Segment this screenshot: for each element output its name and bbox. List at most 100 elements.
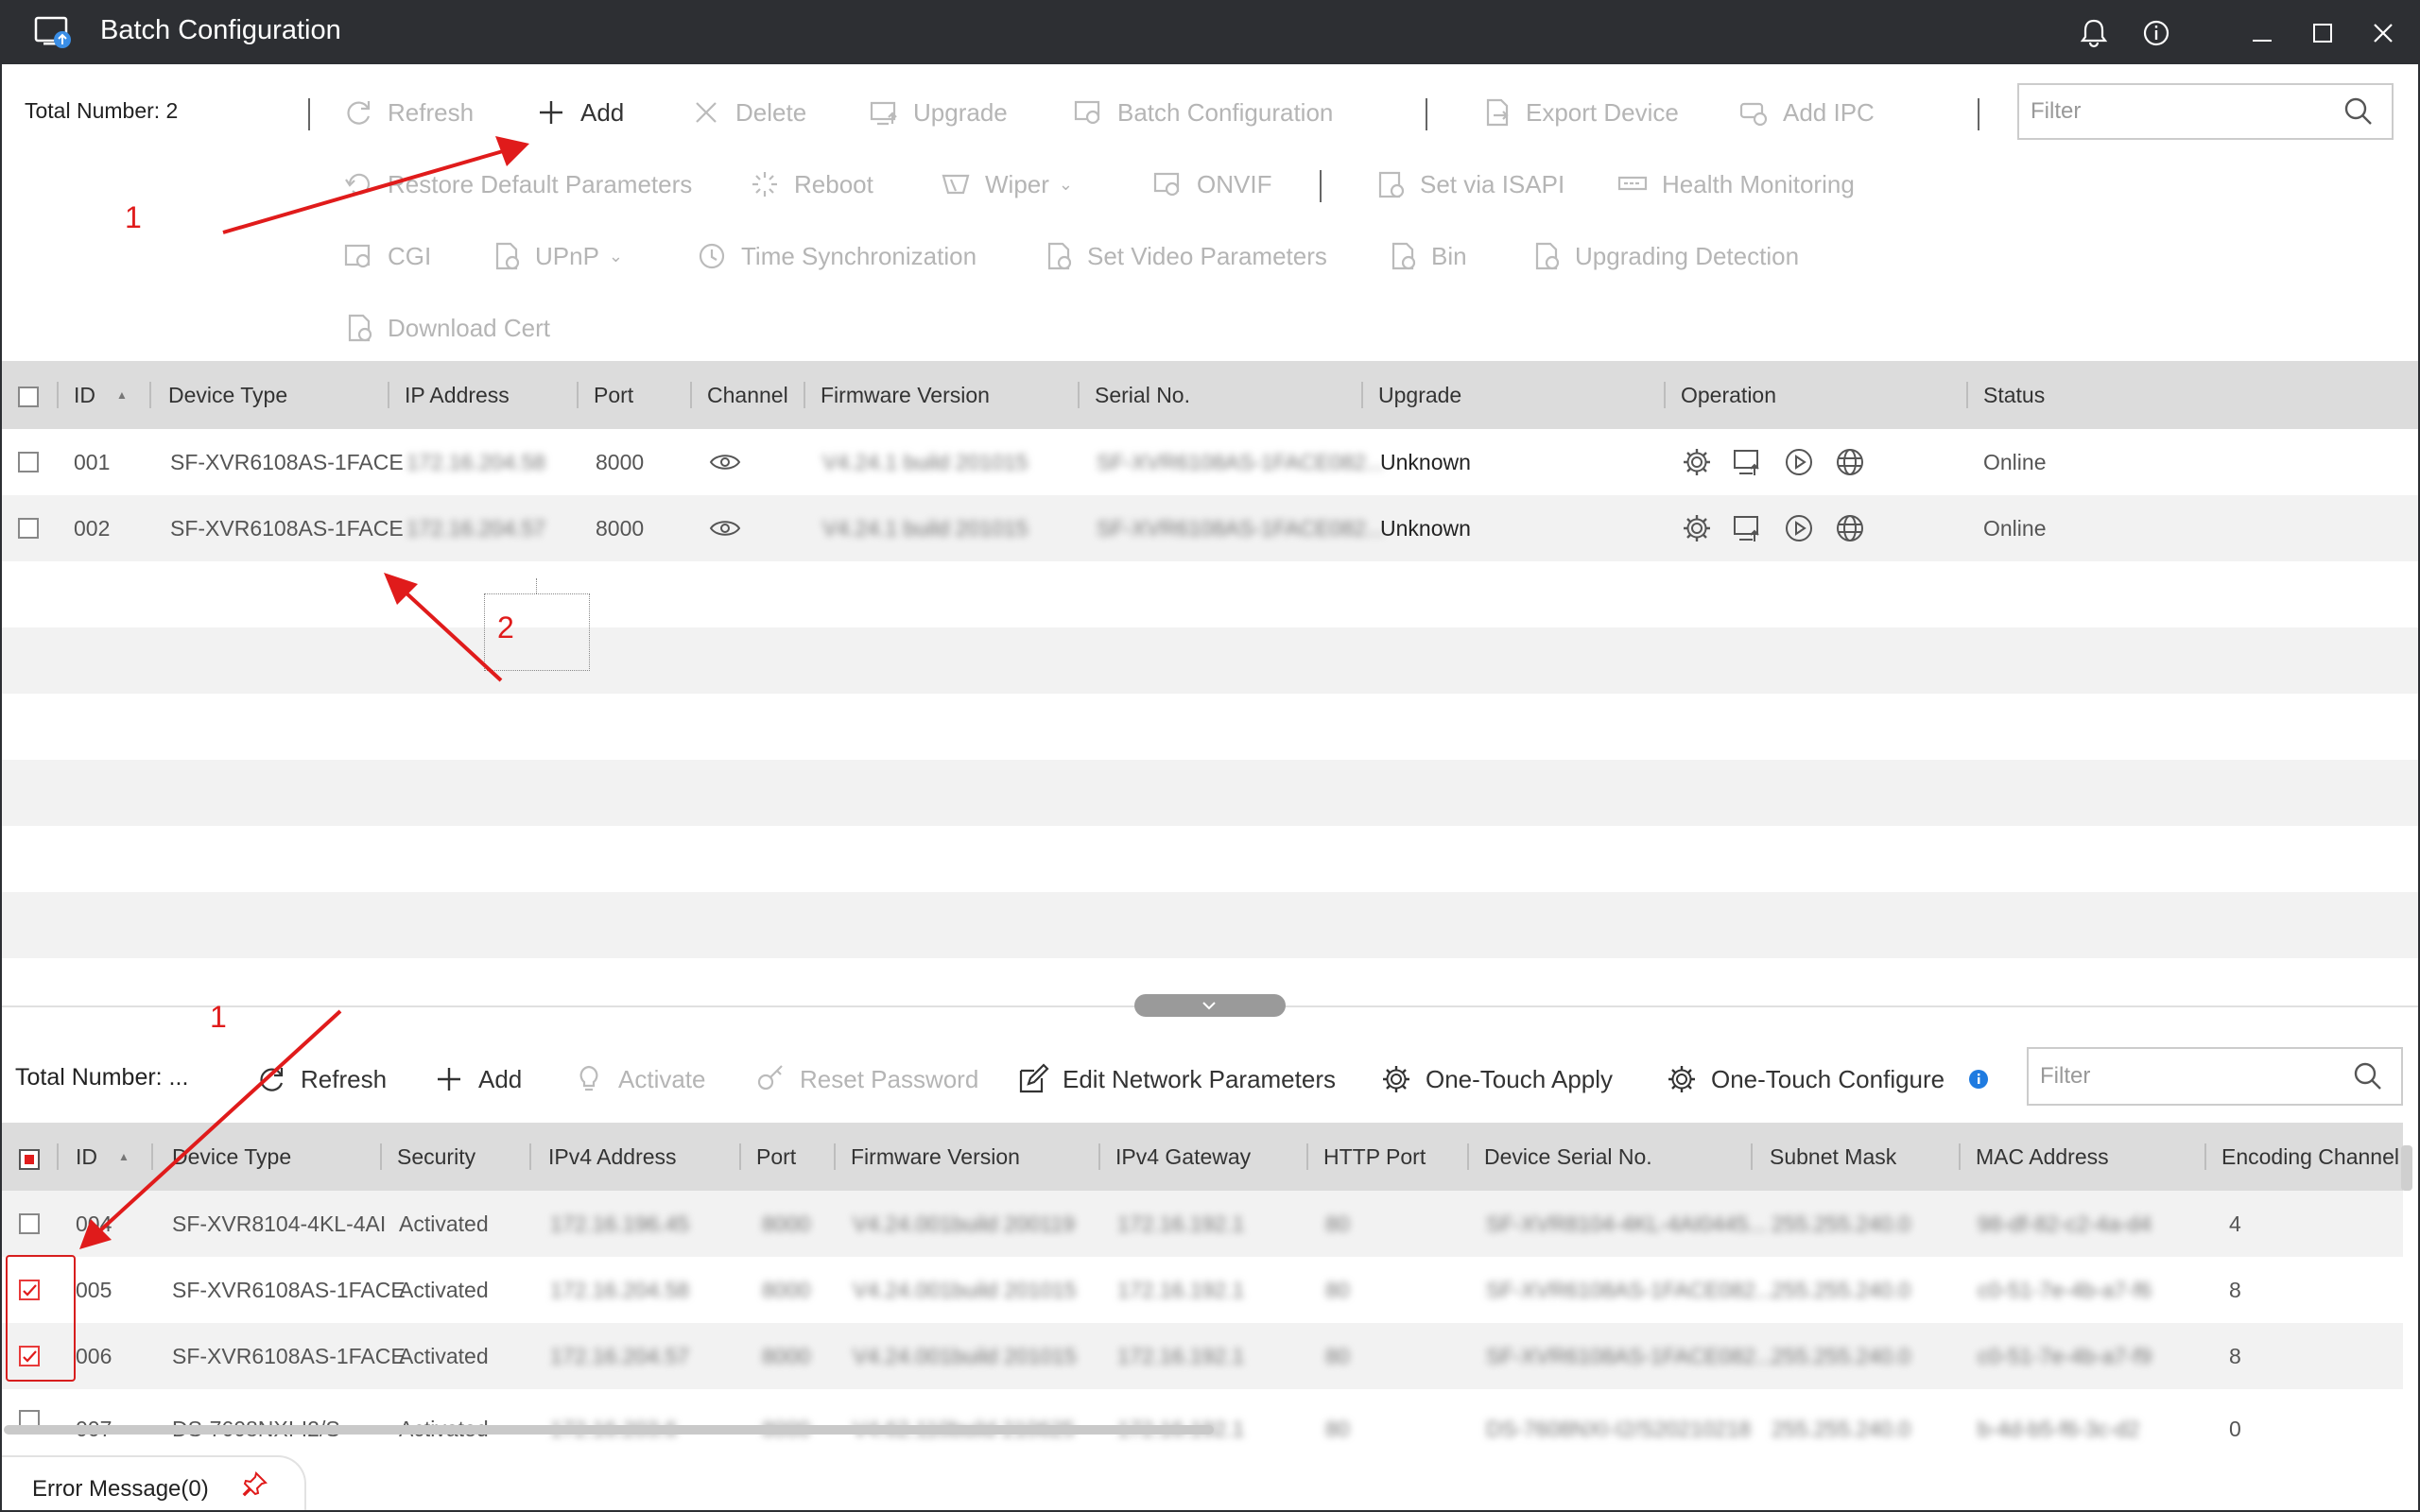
isapi-label: Set via ISAPI	[1420, 169, 1565, 198]
table-row[interactable]: 006 SF-XVR6108AS-1FACE Activated 172.16.…	[2, 1323, 2403, 1389]
top-filter-input[interactable]: Filter	[2017, 83, 2394, 140]
column-ipv4-gateway[interactable]: IPv4 Gateway	[1115, 1123, 1251, 1191]
upgrading-detection-button[interactable]: Upgrading Detection	[1530, 240, 1799, 272]
add-device-button[interactable]: Add	[535, 96, 624, 129]
gear-icon[interactable]	[1681, 512, 1713, 544]
bin-button[interactable]: Bin	[1386, 240, 1467, 272]
select-all-checkbox[interactable]	[19, 1149, 40, 1170]
column-device-type[interactable]: Device Type	[168, 361, 287, 429]
column-id[interactable]: ID ▲	[74, 361, 128, 429]
bell-icon[interactable]	[2076, 15, 2112, 51]
cell-serial: DS-7608NXI-I2/S20210218	[1486, 1416, 1752, 1441]
pin-icon[interactable]	[240, 1470, 268, 1499]
column-status[interactable]: Status	[1983, 361, 2045, 429]
remote-config-icon[interactable]	[1732, 512, 1764, 544]
maximize-icon[interactable]	[2305, 15, 2341, 51]
info-icon[interactable]	[2138, 15, 2174, 51]
column-device-type[interactable]: Device Type	[172, 1123, 291, 1191]
search-icon[interactable]	[2342, 95, 2375, 128]
refresh-button[interactable]: Refresh	[342, 96, 474, 129]
column-firmware-version[interactable]: Firmware Version	[851, 1123, 1020, 1191]
column-firmware-version[interactable]: Firmware Version	[821, 361, 990, 429]
cgi-button[interactable]: CGI	[342, 240, 431, 272]
web-icon[interactable]	[1834, 512, 1866, 544]
bottom-total-number: Total Number: ...	[15, 1064, 189, 1091]
row-checkbox[interactable]	[18, 452, 39, 472]
cell-security: Activated	[399, 1277, 489, 1302]
one-touch-configure-button[interactable]: One-Touch Configure	[1666, 1063, 1945, 1095]
table-row[interactable]: 002 SF-XVR6108AS-1FACE 172.16.204.57 800…	[2, 495, 2418, 561]
eye-icon[interactable]	[709, 518, 741, 539]
export-icon	[1486, 98, 1509, 127]
minimize-icon[interactable]	[2244, 15, 2280, 51]
vertical-scrollbar[interactable]	[2401, 1145, 2412, 1191]
column-security[interactable]: Security	[397, 1123, 475, 1191]
table-row[interactable]: 007 DS-7608NXI-I2/S Activated 172.16.203…	[2, 1389, 2403, 1455]
remote-config-icon[interactable]	[1732, 446, 1764, 478]
online-add-button[interactable]: Add	[433, 1063, 522, 1095]
column-subnet-mask[interactable]: Subnet Mask	[1770, 1123, 1896, 1191]
one-touch-apply-button[interactable]: One-Touch Apply	[1380, 1063, 1613, 1095]
column-ip-address[interactable]: IP Address	[405, 361, 510, 429]
edit-network-params-button[interactable]: Edit Network Parameters	[1017, 1063, 1336, 1095]
reboot-button[interactable]: Reboot	[749, 168, 873, 200]
play-icon[interactable]	[1783, 446, 1815, 478]
column-encoding-channel[interactable]: Encoding Channel	[2221, 1123, 2399, 1191]
activate-button[interactable]: Activate	[573, 1063, 706, 1095]
column-mac-address[interactable]: MAC Address	[1976, 1123, 2109, 1191]
export-device-button[interactable]: Export Device	[1480, 96, 1679, 129]
gear-icon[interactable]	[1681, 446, 1713, 478]
cell-subnet-mask: 255.255.240.0	[1772, 1416, 1911, 1441]
cell-mac-address: c0-51-7e-4b-a7-f9	[1978, 1343, 2152, 1368]
batch-configuration-button[interactable]: Batch Configuration	[1072, 96, 1333, 129]
row-checkbox[interactable]	[19, 1213, 40, 1234]
table-row[interactable]: 004 SF-XVR8104-4KL-4AI Activated 172.16.…	[2, 1191, 2403, 1257]
select-all-checkbox[interactable]	[18, 387, 39, 407]
row-checkbox[interactable]	[18, 518, 39, 539]
cgi-icon	[344, 244, 371, 268]
column-operation[interactable]: Operation	[1681, 361, 1776, 429]
column-upgrade[interactable]: Upgrade	[1378, 361, 1461, 429]
cgi-label: CGI	[388, 241, 432, 270]
eye-icon[interactable]	[709, 452, 741, 472]
wiper-dropdown[interactable]: Wiper ⌄	[940, 168, 1073, 200]
bottom-filter-input[interactable]: Filter	[2027, 1047, 2403, 1106]
column-channel[interactable]: Channel	[707, 361, 788, 429]
error-message-tab[interactable]: Error Message(0)	[2, 1455, 306, 1510]
set-via-isapi-button[interactable]: Set via ISAPI	[1374, 168, 1564, 200]
table-row[interactable]: 001 SF-XVR6108AS-1FACE 172.16.204.58 800…	[2, 429, 2418, 495]
add-ipc-button[interactable]: Add IPC	[1737, 96, 1875, 129]
bin-label: Bin	[1431, 241, 1467, 270]
column-port[interactable]: Port	[594, 361, 633, 429]
info-icon[interactable]	[1968, 1069, 1989, 1090]
time-sync-button[interactable]: Time Synchronization	[696, 240, 977, 272]
column-http-port[interactable]: HTTP Port	[1323, 1123, 1426, 1191]
set-video-params-button[interactable]: Set Video Parameters	[1042, 240, 1327, 272]
panel-collapse-button[interactable]	[1134, 994, 1286, 1017]
column-ipv4-address[interactable]: IPv4 Address	[548, 1123, 677, 1191]
column-device-serial-no[interactable]: Device Serial No.	[1484, 1123, 1652, 1191]
column-port[interactable]: Port	[756, 1123, 796, 1191]
column-serial-no[interactable]: Serial No.	[1095, 361, 1190, 429]
restore-default-button[interactable]: Restore Default Parameters	[342, 168, 692, 200]
online-refresh-button[interactable]: Refresh	[255, 1063, 387, 1095]
upgrade-button[interactable]: Upgrade	[868, 96, 1008, 129]
bulb-icon	[579, 1065, 598, 1091]
table-row[interactable]: 005 SF-XVR6108AS-1FACE Activated 172.16.…	[2, 1257, 2403, 1323]
cell-serial: SF-XVR6108AS-1FACE082...	[1486, 1343, 1774, 1368]
reset-password-button[interactable]: Reset Password	[754, 1063, 978, 1095]
onvif-button[interactable]: ONVIF	[1151, 168, 1271, 200]
upnp-label: UPnP	[535, 241, 599, 270]
health-monitoring-button[interactable]: Health Monitoring	[1616, 168, 1855, 200]
cell-http-port: 80	[1325, 1343, 1350, 1368]
upnp-dropdown[interactable]: UPnP ⌄	[490, 240, 623, 272]
certificate-icon	[348, 314, 372, 342]
column-id[interactable]: ID ▲	[76, 1123, 130, 1191]
search-icon[interactable]	[2352, 1060, 2384, 1092]
download-cert-button[interactable]: Download Cert	[342, 312, 550, 344]
delete-button[interactable]: Delete	[690, 96, 806, 129]
web-icon[interactable]	[1834, 446, 1866, 478]
close-icon[interactable]	[2365, 15, 2401, 51]
horizontal-scrollbar[interactable]	[4, 1425, 1214, 1435]
play-icon[interactable]	[1783, 512, 1815, 544]
